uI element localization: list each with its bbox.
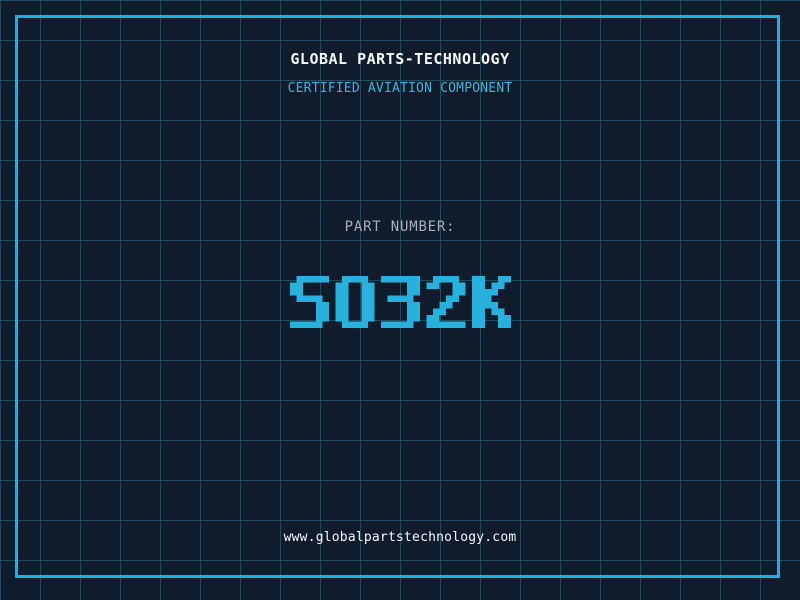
certification-subtitle: CERTIFIED AVIATION COMPONENT [287,81,513,96]
part-number-label: PART NUMBER: [344,219,456,235]
company-title: GLOBAL PARTS-TECHNOLOGY [290,50,510,68]
website-url: www.globalpartstechnology.com [283,530,517,545]
part-label-page: GLOBAL PARTS-TECHNOLOGY CERTIFIED AVIATI… [0,0,800,600]
part-number-display [0,276,800,328]
